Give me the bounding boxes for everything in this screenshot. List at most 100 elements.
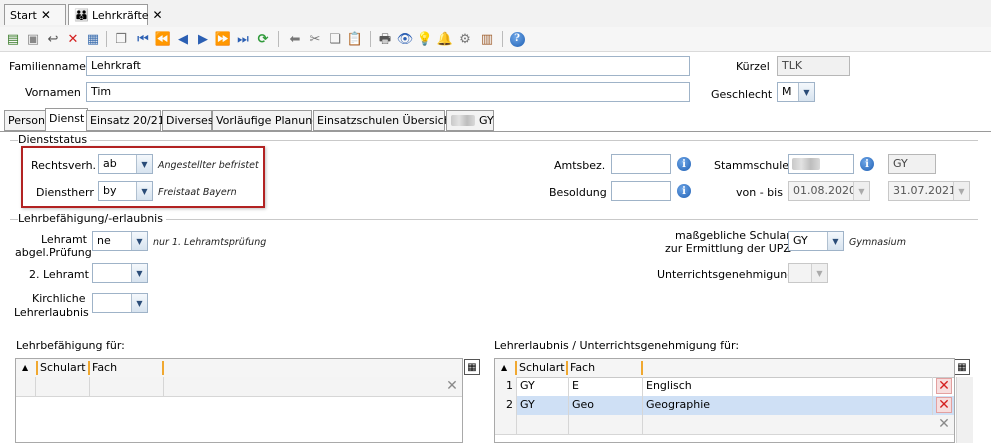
tab-school[interactable]: GY (446, 110, 494, 131)
fach-cell[interactable]: Geo (569, 396, 643, 415)
schulart-cell[interactable]: GY (517, 396, 569, 415)
rechtsverh-select[interactable]: ab ▼ (98, 154, 153, 174)
kuerzel-field[interactable]: TLK (777, 56, 850, 76)
chevron-down-icon[interactable]: ▼ (136, 155, 152, 173)
kirchliche-label-2: Lehrerlaubnis (14, 306, 89, 319)
close-icon[interactable]: ✕ (41, 8, 51, 22)
undo-icon[interactable]: ↩ (44, 30, 62, 48)
bulb-icon[interactable]: 💡 (416, 30, 434, 48)
refresh-icon[interactable]: ⟳ (254, 30, 272, 48)
row-number: 1 (495, 377, 517, 396)
ugenehmigung-select[interactable]: ▼ (788, 263, 828, 283)
tab-lehrkraefte[interactable]: 👪 Lehrkräfte ✕ (68, 4, 163, 25)
fach-cell[interactable]: E (569, 377, 643, 396)
schulart-cell[interactable] (36, 377, 90, 396)
lehramt2-select[interactable]: ▼ (92, 263, 148, 283)
tab-person[interactable]: Person (4, 110, 48, 131)
print-icon[interactable]: 🖶 (376, 30, 394, 48)
gear-icon[interactable]: ⚙ (456, 30, 474, 48)
dienstherr-select[interactable]: by ▼ (98, 181, 153, 201)
delete-row-icon[interactable]: ✕ (936, 416, 952, 432)
stammschule-type-field[interactable]: GY (888, 154, 936, 174)
schulart-cell[interactable] (517, 415, 569, 434)
delete-row-icon[interactable]: ✕ (936, 378, 952, 394)
chevron-down-icon[interactable]: ▼ (953, 182, 969, 200)
info-icon[interactable]: i (860, 157, 874, 171)
info-icon[interactable]: i (677, 184, 691, 198)
column-schulart[interactable]: Schulart (519, 361, 565, 374)
save-icon[interactable]: ▣ (24, 30, 42, 48)
sort-up-icon[interactable]: ▲ (22, 363, 28, 372)
table-row[interactable]: 1 GY E Englisch ✕ (495, 377, 954, 397)
column-fach[interactable]: Fach (92, 361, 117, 374)
chevron-down-icon[interactable]: ▼ (131, 232, 147, 250)
schulart-cell[interactable]: GY (517, 377, 569, 396)
card-icon[interactable]: ▦ (84, 30, 102, 48)
next-page-icon[interactable]: ⏩ (214, 30, 232, 48)
preview-icon[interactable]: 👁 (396, 30, 414, 48)
kirchliche-select[interactable]: ▼ (92, 293, 148, 313)
tab-dienst[interactable]: Dienst (45, 108, 88, 132)
familienname-field[interactable]: Lehrkraft (86, 56, 690, 76)
von-date-field[interactable]: 01.08.2020 ▼ (788, 181, 870, 201)
fach-cell[interactable] (569, 415, 643, 434)
tab-start[interactable]: Start ✕ (4, 4, 66, 25)
delete-row-icon[interactable]: ✕ (444, 378, 460, 394)
copy-icon[interactable]: ❐ (112, 30, 130, 48)
table-row-new[interactable]: ✕ (495, 415, 954, 435)
help-icon[interactable]: ? (508, 30, 526, 48)
table-row-selected[interactable]: 2 GY Geo Geographie ✕ (495, 396, 954, 416)
vornamen-label: Vornamen (25, 86, 81, 99)
column-fach[interactable]: Fach (570, 361, 595, 374)
last-icon[interactable]: ⏭ (234, 30, 252, 48)
lehramt-label: Lehramt (41, 233, 87, 246)
chevron-down-icon[interactable]: ▼ (853, 182, 869, 200)
dienstherr-label: Dienstherr (36, 186, 94, 199)
tab-diverses[interactable]: Diverses (162, 110, 214, 131)
schulart-select[interactable]: GY ▼ (788, 231, 844, 251)
chevron-down-icon[interactable]: ▼ (136, 182, 152, 200)
vornamen-field[interactable]: Tim (86, 82, 690, 102)
lehramt-description: nur 1. Lehramtsprüfung (153, 237, 267, 248)
next-icon[interactable]: ▶ (194, 30, 212, 48)
chevron-down-icon[interactable]: ▼ (811, 264, 827, 282)
contact-icon[interactable]: ▥ (478, 30, 496, 48)
chevron-down-icon[interactable]: ▼ (131, 264, 147, 282)
new-doc-icon[interactable]: ▤ (4, 30, 22, 48)
chevron-down-icon[interactable]: ▼ (827, 232, 843, 250)
info-icon[interactable]: i (677, 157, 691, 171)
delete-icon[interactable]: ✕ (64, 30, 82, 48)
prev-icon[interactable]: ◀ (174, 30, 192, 48)
column-chooser-icon[interactable]: ▦ (954, 359, 970, 375)
copy-docs-icon[interactable]: ❏ (326, 30, 344, 48)
geschlecht-select[interactable]: M ▼ (777, 82, 815, 102)
back-arrow-icon[interactable]: ⬅ (286, 30, 304, 48)
lehramt-select[interactable]: ne ▼ (92, 231, 148, 251)
chevron-down-icon[interactable]: ▼ (131, 294, 147, 312)
von-value: 01.08.2020 (793, 184, 856, 197)
bell-icon[interactable]: 🔔 (436, 30, 454, 48)
tab-vorlaeufige-planung[interactable]: Vorläufige Planung (212, 110, 319, 131)
cut-icon[interactable]: ✂ (306, 30, 324, 48)
scrollbar[interactable] (956, 377, 973, 443)
close-icon[interactable]: ✕ (153, 8, 163, 22)
chevron-down-icon[interactable]: ▼ (798, 83, 814, 101)
prev-page-icon[interactable]: ⏪ (154, 30, 172, 48)
tab-einsatz[interactable]: Einsatz 20/21 (86, 110, 165, 131)
paste-icon[interactable]: 📋 (346, 30, 364, 48)
grid-header: ▲ Schulart Fach (495, 359, 954, 378)
besoldung-field[interactable] (611, 181, 671, 201)
stammschule-field[interactable] (788, 154, 854, 174)
amtsbez-field[interactable] (611, 154, 671, 174)
first-icon[interactable]: ⏮ (134, 30, 152, 48)
fach-cell[interactable] (90, 377, 164, 396)
column-schulart[interactable]: Schulart (40, 361, 86, 374)
delete-row-icon[interactable]: ✕ (936, 397, 952, 413)
sort-up-icon[interactable]: ▲ (501, 363, 507, 372)
table-row-new[interactable]: ✕ (16, 377, 462, 397)
bis-date-field[interactable]: 31.07.2021 ▼ (888, 181, 970, 201)
kirchliche-label: Kirchliche (32, 292, 86, 305)
column-chooser-icon[interactable]: ▦ (464, 359, 480, 375)
grid-right-title: Lehrerlaubnis / Unterrichtsgenehmigung f… (494, 339, 740, 352)
tab-einsatzschulen-uebersicht[interactable]: Einsatzschulen Übersicht (313, 110, 455, 131)
